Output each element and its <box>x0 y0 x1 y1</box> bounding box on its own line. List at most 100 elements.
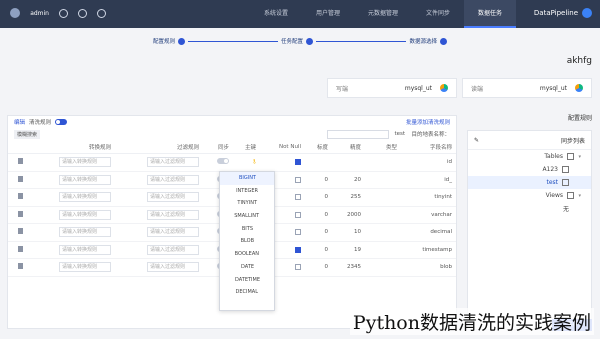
page-title: akhfg <box>566 56 592 66</box>
step-task-config[interactable]: 任务配置 <box>278 37 317 45</box>
step-current-icon <box>178 37 186 45</box>
step-source[interactable]: 数据源选择 <box>406 37 450 45</box>
not-null-checkbox[interactable] <box>294 176 301 183</box>
tree-item-tables[interactable]: ▾ Tables <box>468 150 591 163</box>
filter-input[interactable] <box>326 129 389 139</box>
filter-label: 目的地表名称： <box>411 132 450 138</box>
filter-value[interactable]: test <box>395 131 406 137</box>
brand-logo-icon <box>582 8 592 18</box>
dropdown-option[interactable]: SMALLINT <box>220 210 274 223</box>
nav-tab-users[interactable]: 用户管理 <box>302 0 354 28</box>
chevron-down-icon[interactable]: ▾ <box>578 154 581 160</box>
convert-rule-input[interactable]: 请输入转换规则 <box>59 244 112 255</box>
field-name: timestamp <box>422 246 452 253</box>
dropdown-option[interactable]: INTEGER <box>220 185 274 198</box>
not-null-checkbox[interactable] <box>294 246 301 253</box>
filter-rule-input[interactable]: 请输入过滤规则 <box>147 192 200 203</box>
filter-rule-input[interactable]: 请输入过滤规则 <box>147 227 200 238</box>
edit-link[interactable]: 编辑 <box>14 118 25 126</box>
brand[interactable]: DataPipeline <box>534 8 592 18</box>
not-null-checkbox[interactable] <box>294 159 301 165</box>
trash-icon[interactable] <box>18 158 24 165</box>
field-name: tinyint <box>434 194 452 201</box>
nav-tabs: 数据任务 文件同步 元数据管理 用户管理 系统设置 <box>250 0 516 28</box>
convert-rule-input[interactable]: 请输入转换规则 <box>59 192 112 203</box>
field-scale: 0 <box>324 211 329 218</box>
top-nav: DataPipeline 数据任务 文件同步 元数据管理 用户管理 系统设置 a… <box>0 0 600 28</box>
nav-tab-file-sync[interactable]: 文件同步 <box>412 0 464 28</box>
dropdown-option[interactable]: BITS <box>220 223 274 236</box>
table-icon <box>562 179 569 186</box>
field-name: blob <box>440 264 452 271</box>
field-name: id_ <box>444 176 452 183</box>
convert-rule-input[interactable]: 请输入转换规则 <box>59 262 112 273</box>
mysql-icon <box>575 84 583 92</box>
username[interactable]: admin <box>30 10 49 17</box>
chevron-down-icon[interactable]: ▾ <box>578 193 581 199</box>
folder-icon <box>567 192 575 199</box>
clean-rules-toggle[interactable] <box>55 119 68 125</box>
avatar[interactable] <box>10 8 20 18</box>
nav-tab-settings[interactable]: 系统设置 <box>250 0 302 28</box>
sync-list-panel: 同步列表 ✎ ▾ Tables A123 test ▾ Views 无 <box>467 130 592 330</box>
bell-icon[interactable] <box>77 8 87 18</box>
field-precision: 19 <box>353 246 361 253</box>
not-null-checkbox[interactable] <box>294 264 301 270</box>
help-icon[interactable] <box>96 8 106 18</box>
dropdown-option[interactable]: TINYINT <box>220 197 274 210</box>
panel-title: 同步列表 <box>560 137 585 145</box>
field-scale: 0 <box>324 194 329 201</box>
convert-rule-input[interactable]: 请输入转换规则 <box>59 174 112 185</box>
filter-rule-input[interactable]: 请输入过滤规则 <box>147 262 200 273</box>
batch-add-rules-link[interactable]: 批量添加清洗规则 <box>406 118 450 126</box>
convert-rule-input[interactable]: 请输入转换规则 <box>59 227 112 238</box>
section-title: 配置规则 <box>567 115 592 122</box>
dropdown-option[interactable]: DATETIME <box>220 274 274 287</box>
filter-rule-input[interactable]: 请输入过滤规则 <box>147 244 200 255</box>
trash-icon[interactable] <box>18 228 24 235</box>
tree-item-a123[interactable]: A123 <box>468 163 591 176</box>
dropdown-option[interactable]: BIGINT <box>220 172 274 185</box>
table-icon <box>562 166 569 173</box>
mysql-icon <box>440 84 448 92</box>
dropdown-option[interactable]: DATE <box>220 261 274 274</box>
source-connection[interactable]: mysql_ut 读端 <box>462 78 592 98</box>
not-null-checkbox[interactable] <box>294 229 301 235</box>
fuzzy-search-badge[interactable]: 模糊搜索 <box>14 129 41 139</box>
dropdown-option[interactable]: DECIMAL <box>220 286 274 299</box>
trash-icon[interactable] <box>18 210 24 217</box>
field-precision: 10 <box>353 229 361 236</box>
trash-icon[interactable] <box>18 263 24 270</box>
nav-tab-metadata[interactable]: 元数据管理 <box>354 0 412 28</box>
edit-icon[interactable]: ✎ <box>474 137 479 144</box>
target-connection[interactable]: mysql_ut 写端 <box>327 78 457 98</box>
tree-item-none: 无 <box>562 206 569 213</box>
filter-rule-input[interactable]: 请输入过滤规则 <box>147 157 200 168</box>
not-null-checkbox[interactable] <box>294 211 301 218</box>
key-icon: ⚷ <box>252 159 257 166</box>
not-null-checkbox[interactable] <box>294 194 301 200</box>
trash-icon[interactable] <box>18 193 24 200</box>
nav-tab-data-task[interactable]: 数据任务 <box>463 0 516 28</box>
top-right-tools: admin <box>10 8 106 18</box>
tree-item-test[interactable]: test <box>468 176 591 189</box>
table-row: id ⚷ 请输入过滤规则 请输入转换规则 <box>8 153 456 171</box>
clock-icon[interactable] <box>58 8 68 18</box>
tree-item-views[interactable]: ▾ Views <box>468 189 591 202</box>
filter-rule-input[interactable]: 请输入过滤规则 <box>147 209 200 220</box>
filter-rule-input[interactable]: 请输入过滤规则 <box>147 174 200 185</box>
field-precision: 255 <box>350 194 361 201</box>
step-rules[interactable]: 配置规则 <box>150 37 189 45</box>
convert-rule-input[interactable]: 请输入转换规则 <box>59 209 112 220</box>
sync-toggle[interactable] <box>216 158 229 165</box>
field-precision: 2345 <box>346 264 361 271</box>
field-scale: 0 <box>324 229 329 236</box>
trash-icon[interactable] <box>18 245 24 252</box>
type-dropdown[interactable]: BIGINT INTEGER TINYINT SMALLINT BITS BLOB BOOL… <box>219 171 275 311</box>
trash-icon[interactable] <box>18 175 24 182</box>
toggle-label: 清洗规则 <box>29 120 52 126</box>
dropdown-option[interactable]: BLOB <box>220 235 274 248</box>
field-name: decimal <box>430 229 452 236</box>
dropdown-option[interactable]: BOOLEAN <box>220 248 274 261</box>
convert-rule-input[interactable]: 请输入转换规则 <box>59 157 112 168</box>
